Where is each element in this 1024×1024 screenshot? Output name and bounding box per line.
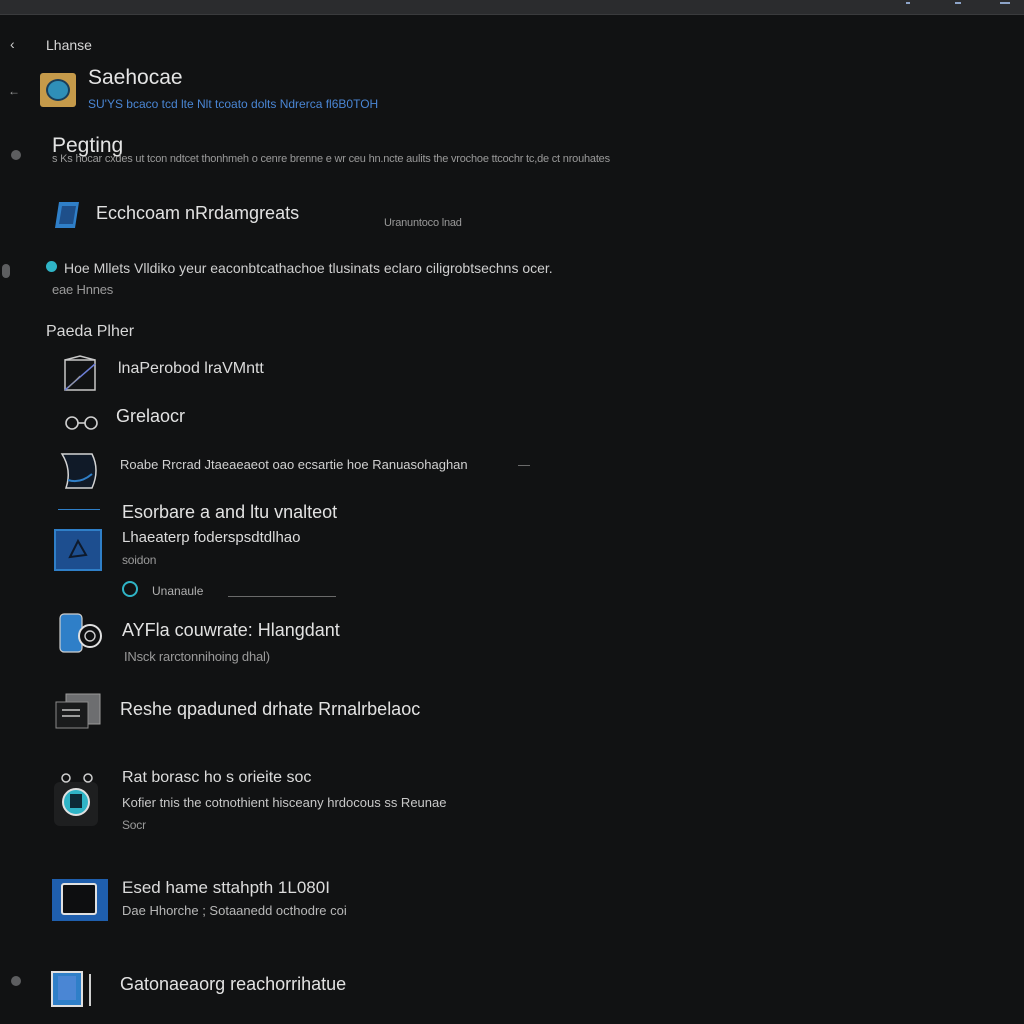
disk-icon [58, 612, 106, 656]
list-item-title[interactable]: Grelaocr [116, 406, 185, 427]
window-control-indicator[interactable] [906, 2, 910, 4]
list-item-subtitle: Lhaeaterp foderspsdtdlhao [122, 529, 301, 546]
feature-badge: Uranuntoco lnad [384, 217, 462, 229]
nav-dot-icon[interactable] [2, 264, 10, 278]
list-item-subtitle: INsck rarctonnihoing dhal) [124, 649, 270, 664]
info-indicator-icon [46, 261, 57, 272]
image-frame-icon [52, 879, 108, 921]
nav-dot-icon[interactable] [11, 150, 21, 160]
radio-icon[interactable] [122, 581, 138, 597]
item-link[interactable]: Unanaule [152, 584, 203, 598]
window-control-indicator[interactable] [1000, 2, 1010, 4]
list-item-title[interactable]: Esorbare a and ltu vnalteot [122, 502, 337, 523]
divider [518, 465, 530, 466]
divider [58, 509, 100, 510]
list-item-title[interactable]: Roabe Rrcrad Jtaeaeaeot oao ecsartie hoe… [120, 457, 468, 472]
collapse-arrow-icon[interactable]: ← [8, 84, 20, 98]
page-breadcrumb[interactable]: Lhanse [46, 37, 92, 53]
list-item-subtitle: Kofier tnis the cotnothient hisceany hrd… [122, 795, 447, 810]
document-icon [50, 968, 94, 1008]
list-item-title[interactable]: AYFla couwrate: Hlangdant [122, 620, 340, 641]
list-item-title[interactable]: Esed hame sttahpth 1L080I [122, 878, 330, 898]
monitor-icon [54, 529, 102, 571]
list-item-subtitle: Socr [122, 818, 146, 832]
app-name: Saehocae [88, 66, 183, 89]
cube-icon [62, 354, 98, 394]
feature-info-line1: Hoe Mllets Vlldiko yeur eaconbtcathachoe… [64, 260, 553, 276]
watch-icon [52, 772, 106, 830]
list-item-title[interactable]: lnaPerobod lraVMntt [118, 360, 264, 378]
shield-icon [58, 450, 102, 492]
setting-description: s Ks hocar cxdes ut tcon ndtcet thonhmeh… [52, 153, 610, 165]
app-meta-link[interactable]: SU'YS bcaco tcd lte Nlt tcoato dolts Ndr… [88, 97, 378, 111]
list-item-title[interactable]: Gatonaeaorg reachorrihatue [120, 974, 346, 995]
list-item-subtitle: soidon [122, 553, 157, 567]
list-item-title[interactable]: Rat borasc ho s orieite soc [122, 769, 311, 787]
list-item-subtitle: Dae Hhorche ; Sotaanedd octhodre coi [122, 903, 347, 918]
window-control-indicator[interactable] [955, 2, 961, 4]
window-stack-icon [52, 692, 106, 732]
divider [228, 596, 336, 597]
app-icon [40, 73, 76, 107]
feature-title: Ecchcoam nRrdamgreats [96, 203, 300, 223]
section-title: Paeda Plher [46, 323, 135, 340]
list-item-title[interactable]: Reshe qpaduned drhate Rrnalrbelaoc [120, 699, 420, 720]
window-titlebar [0, 0, 1024, 15]
feature-info-line2: eae Hnnes [52, 282, 114, 297]
nav-dot-icon[interactable] [11, 976, 21, 986]
glasses-icon [64, 414, 100, 432]
back-arrow-icon[interactable]: ‹ [10, 36, 15, 52]
feature-folder-icon [53, 200, 81, 230]
